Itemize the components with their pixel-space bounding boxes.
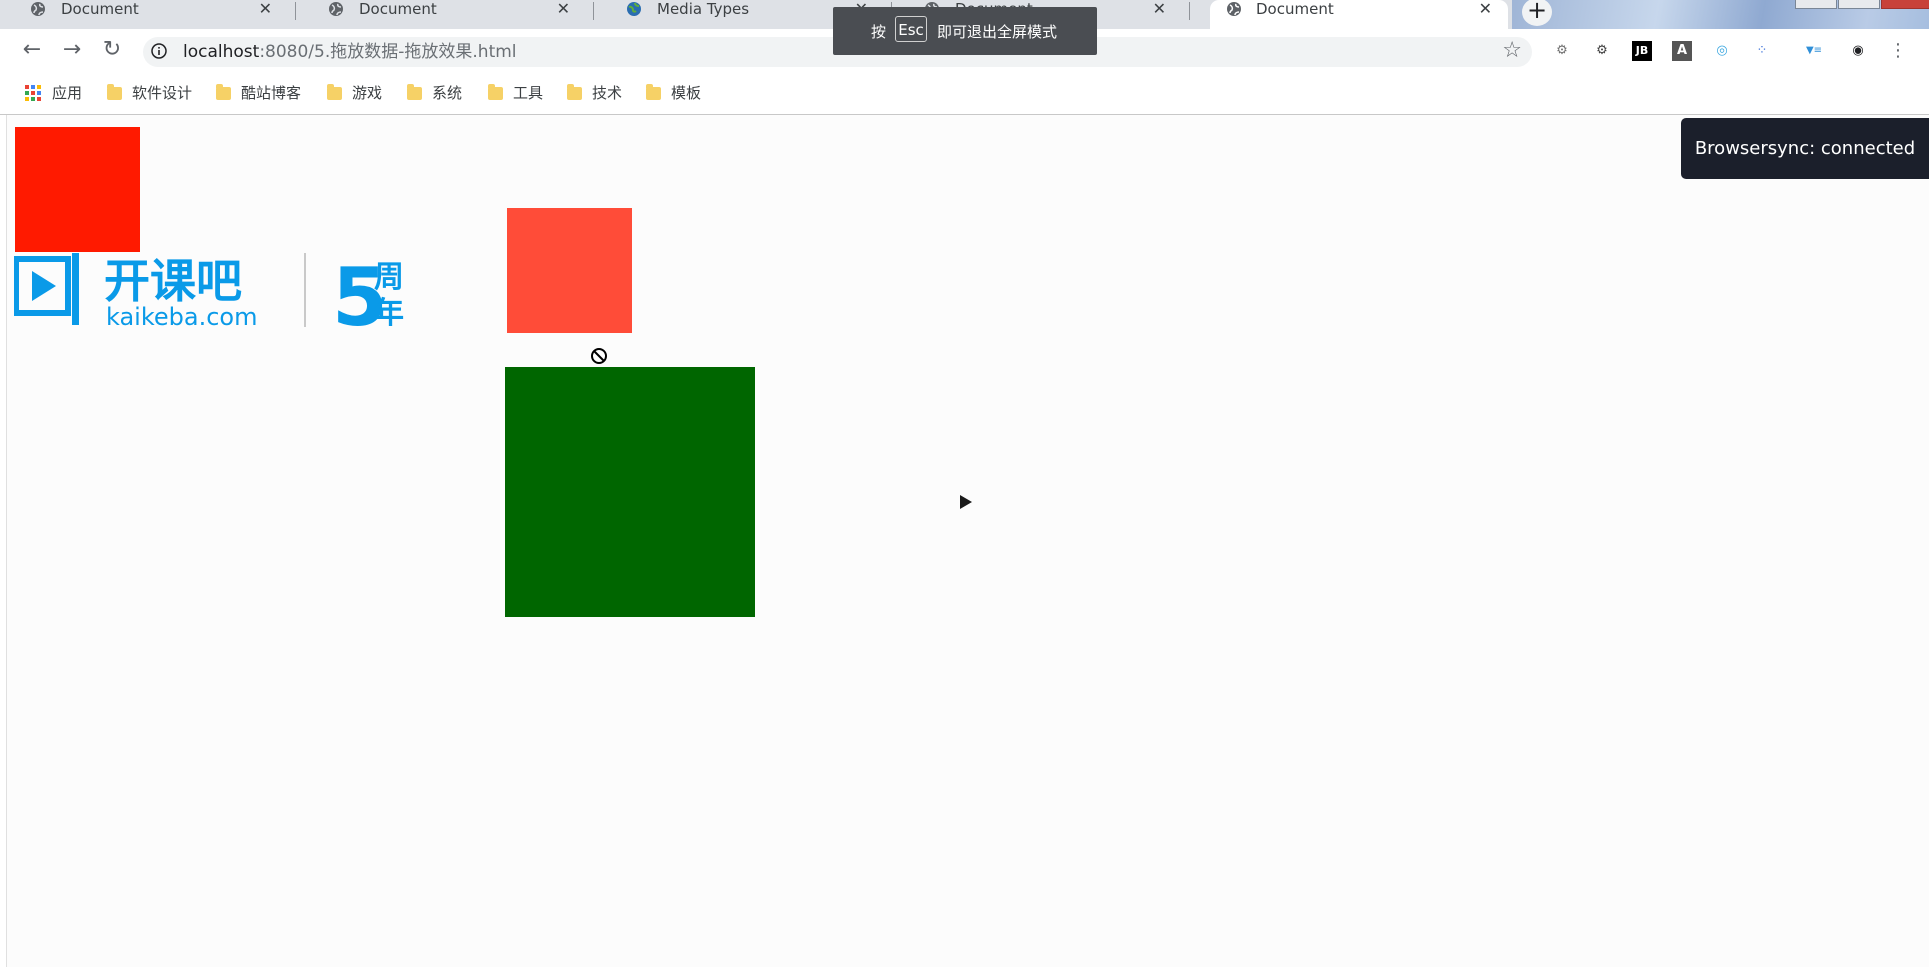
font-extension-icon[interactable]: A <box>1672 41 1692 61</box>
bookmark-label: 工具 <box>513 84 544 102</box>
toast-message: 即可退出全屏模式 <box>937 23 1058 41</box>
bookmark-label: 技术 <box>592 84 623 102</box>
bookmark-folder-tech[interactable]: 技术 <box>567 83 622 103</box>
tab-title: Document <box>61 0 139 18</box>
tab-separator <box>295 2 296 20</box>
bookmark-folder-games[interactable]: 游戏 <box>327 83 382 103</box>
vue-devtools-extension-icon[interactable]: ▼≡ <box>1792 41 1836 61</box>
logo-brand-cn: 开课吧 <box>104 254 242 308</box>
minimize-window-button[interactable] <box>1795 0 1837 9</box>
folder-icon <box>488 84 503 100</box>
esc-key-badge: Esc <box>895 16 927 42</box>
maximize-window-button[interactable] <box>1838 0 1880 9</box>
bookmark-folder-software-design[interactable]: 软件设计 <box>107 83 192 103</box>
browsersync-notification: Browsersync: connected <box>1681 118 1929 179</box>
url-host: localhost <box>183 42 260 62</box>
tab-document-1[interactable]: Document ✕ <box>0 0 296 29</box>
close-tab-icon[interactable]: ✕ <box>259 0 272 18</box>
menu-kebab-icon[interactable]: ⋮ <box>1888 41 1908 61</box>
bookmark-folder-tools[interactable]: 工具 <box>488 83 543 103</box>
profile-extension-icon[interactable]: ◉ <box>1848 41 1868 61</box>
bookmark-star-icon[interactable]: ☆ <box>1502 40 1522 62</box>
forward-arrow-icon[interactable]: → <box>60 39 84 63</box>
close-window-button[interactable] <box>1881 0 1929 9</box>
bookmark-label: 应用 <box>52 84 83 102</box>
tab-document-2[interactable]: Document ✕ <box>298 0 594 29</box>
logo-anniversary-top: 周 <box>374 260 404 295</box>
globe-icon <box>329 2 343 16</box>
tab-title: Document <box>1256 0 1334 18</box>
bookmarks-bar: 应用 软件设计 酷站博客 游戏 系统 工具 技术 模板 <box>0 73 1929 115</box>
gear-extension-icon[interactable]: ⚙ <box>1592 41 1612 61</box>
tab-title: Document <box>359 0 437 18</box>
close-tab-icon[interactable]: ✕ <box>557 0 570 18</box>
tab-document-active[interactable]: Document ✕ <box>1210 0 1508 29</box>
mdn-globe-icon <box>627 2 641 16</box>
info-icon[interactable] <box>151 43 167 59</box>
bookmark-apps[interactable]: 应用 <box>25 83 82 103</box>
bookmark-folder-cool-sites[interactable]: 酷站博客 <box>216 83 301 103</box>
fullscreen-exit-toast: 按 Esc 即可退出全屏模式 <box>833 7 1097 55</box>
url-text: localhost:8080/5.拖放数据-拖放效果.html <box>183 42 517 62</box>
play-icon <box>960 495 972 509</box>
bookmark-label: 游戏 <box>352 84 383 102</box>
toast-prefix: 按 <box>871 23 887 41</box>
settings-gear-extension-icon[interactable]: ⚙ <box>1552 41 1572 61</box>
kaikeba-logo: 开课吧 kaikeba.com 5 周 年 <box>14 253 404 329</box>
folder-icon <box>407 84 422 100</box>
globe-icon <box>1227 2 1241 16</box>
back-arrow-icon[interactable]: ← <box>20 39 44 63</box>
bookmark-folder-templates[interactable]: 模板 <box>646 83 701 103</box>
tab-separator <box>1189 2 1190 20</box>
folder-icon <box>567 84 582 100</box>
drop-target-box[interactable] <box>505 367 755 617</box>
logo-brand-en: kaikeba.com <box>106 303 258 329</box>
page-edge <box>0 115 7 967</box>
bookmark-label: 软件设计 <box>132 84 193 102</box>
apps-grid-icon <box>25 85 41 101</box>
dots-extension-icon[interactable]: ⁘ <box>1752 41 1772 61</box>
logo-anniversary-bottom: 年 <box>374 296 404 329</box>
jetbrains-extension-icon[interactable]: JB <box>1632 41 1652 61</box>
bookmark-label: 酷站博客 <box>241 84 302 102</box>
folder-icon <box>107 84 122 100</box>
globe-icon <box>31 2 45 16</box>
bookmark-label: 模板 <box>671 84 702 102</box>
bookmark-label: 系统 <box>432 84 463 102</box>
close-tab-icon[interactable]: ✕ <box>1479 0 1492 18</box>
no-drop-cursor-icon <box>591 348 607 364</box>
tab-title: Media Types <box>657 0 750 18</box>
folder-icon <box>327 84 342 100</box>
tab-separator <box>593 2 594 20</box>
color-picker-extension-icon[interactable]: ◎ <box>1712 41 1732 61</box>
url-path: :8080/5.拖放数据-拖放效果.html <box>259 42 517 62</box>
folder-icon <box>646 84 661 100</box>
folder-icon <box>216 84 231 100</box>
close-tab-icon[interactable]: ✕ <box>1153 0 1166 18</box>
draggable-box[interactable] <box>507 208 632 333</box>
bookmark-folder-system[interactable]: 系统 <box>407 83 462 103</box>
reload-icon[interactable]: ↻ <box>100 39 124 63</box>
red-box[interactable] <box>15 127 140 252</box>
